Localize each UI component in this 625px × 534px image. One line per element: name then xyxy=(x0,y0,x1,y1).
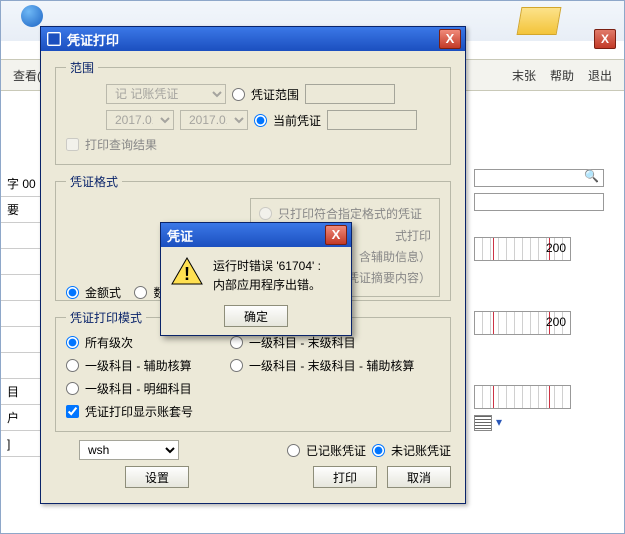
amount-grid: 200 xyxy=(474,311,571,335)
scope-legend: 范围 xyxy=(66,59,98,76)
settings-button[interactable]: 设置 xyxy=(125,466,189,488)
error-titlebar[interactable]: 凭证 X xyxy=(161,223,351,247)
date-from-select[interactable]: 2017.01 xyxy=(106,110,174,130)
format-legend: 凭证格式 xyxy=(66,173,122,190)
error-dialog: 凭证 X ! 运行时错误 '61704' : 内部应用程序出错。 确定 xyxy=(160,222,352,336)
radio-all-levels[interactable]: 所有级次 xyxy=(66,334,206,351)
parent-close-button[interactable]: X xyxy=(594,29,616,49)
search-glyph[interactable]: 🔍 xyxy=(584,169,599,183)
amount-grid xyxy=(474,385,571,409)
radio-amount-style[interactable]: 金额式 xyxy=(66,284,121,301)
radio-unbooked[interactable]: 未记账凭证 xyxy=(372,442,451,459)
dialog-title: 凭证打印 xyxy=(67,30,119,49)
scope-group: 范围 记 记账凭证 凭证范围 2017.01 2017.01 xyxy=(55,59,451,165)
chk-print-query[interactable]: 打印查询结果 xyxy=(66,136,157,153)
mode-legend: 凭证打印模式 xyxy=(66,309,146,326)
radio-voucher-range[interactable]: 凭证范围 xyxy=(232,86,299,103)
right-grid-column: 🔍 200 200 ▾ xyxy=(474,169,604,431)
account-select[interactable]: wsh xyxy=(79,440,179,460)
toolbar-item-exit[interactable]: 退出 xyxy=(588,67,612,84)
date-to-select[interactable]: 2017.01 xyxy=(180,110,248,130)
cancel-button[interactable]: 取消 xyxy=(387,466,451,488)
chk-show-account[interactable]: 凭证打印显示账套号 xyxy=(66,403,193,420)
toolbar-item-help[interactable]: 帮助 xyxy=(550,67,574,84)
chevron-down-icon[interactable]: ▾ xyxy=(496,415,510,431)
svg-text:!: ! xyxy=(184,264,190,284)
radio-l1-end-aux[interactable]: 一级科目 - 末级科目 - 辅助核算 xyxy=(230,357,414,374)
dialog-titlebar[interactable]: 凭证打印 X xyxy=(41,27,465,51)
radio-specified-format: 只打印符合指定格式的凭证 xyxy=(259,205,422,222)
window-icon xyxy=(47,32,61,46)
print-button[interactable]: 打印 xyxy=(313,466,377,488)
toolbar-item-view[interactable]: 查看( xyxy=(13,67,41,84)
radio-l1-aux[interactable]: 一级科目 - 辅助核算 xyxy=(66,357,206,374)
error-message: 运行时错误 '61704' : 内部应用程序出错。 xyxy=(213,257,321,295)
radio-booked[interactable]: 已记账凭证 xyxy=(287,442,366,459)
radio-current-voucher[interactable]: 当前凭证 xyxy=(254,112,321,129)
amount-grid: 200 xyxy=(474,237,571,261)
folder-icon xyxy=(517,7,562,35)
ok-button[interactable]: 确定 xyxy=(224,305,288,327)
radio-l1-end[interactable]: 一级科目 - 末级科目 xyxy=(230,334,356,351)
current-input[interactable] xyxy=(327,110,417,130)
voucher-type-select[interactable]: 记 记账凭证 xyxy=(106,84,226,104)
toolbar-item-last[interactable]: 末张 xyxy=(512,67,536,84)
warning-icon: ! xyxy=(171,257,203,285)
grid-toggle-icon[interactable] xyxy=(474,415,492,431)
left-row-labels: 字 00 要 目 户 ] xyxy=(1,171,45,457)
error-title: 凭证 xyxy=(167,226,193,245)
radio-l1-detail[interactable]: 一级科目 - 明细科目 xyxy=(66,380,192,397)
error-close-button[interactable]: X xyxy=(325,225,347,245)
range-input[interactable] xyxy=(305,84,395,104)
app-orb-icon xyxy=(21,5,43,27)
close-button[interactable]: X xyxy=(439,29,461,49)
